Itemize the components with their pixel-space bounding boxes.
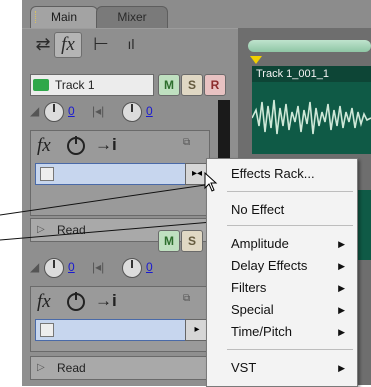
submenu-arrow-icon: ▶: [338, 363, 345, 373]
menu-item-amplitude[interactable]: Amplitude ▶: [207, 233, 357, 255]
effects-popup-menu: Effects Rack... No Effect Amplitude ▶ De…: [206, 158, 358, 387]
submenu-arrow-icon: ▶: [338, 261, 345, 271]
menu-item-delay-effects[interactable]: Delay Effects ▶: [207, 255, 357, 277]
menu-separator: [227, 191, 353, 192]
menu-item-vst[interactable]: VST ▶: [207, 357, 357, 379]
mouse-cursor-icon: [204, 172, 218, 192]
menu-item-filters[interactable]: Filters ▶: [207, 277, 357, 299]
submenu-arrow-icon: ▶: [338, 283, 345, 293]
submenu-arrow-icon: ▶: [338, 305, 345, 315]
menu-item-no-effect[interactable]: No Effect: [207, 199, 357, 221]
menu-item-effects-rack[interactable]: Effects Rack...: [207, 163, 357, 185]
submenu-arrow-icon: ▶: [338, 327, 345, 337]
submenu-arrow-icon: ▶: [338, 239, 345, 249]
menu-item-time-pitch[interactable]: Time/Pitch ▶: [207, 321, 357, 343]
menu-separator: [227, 225, 353, 226]
menu-separator: [227, 349, 353, 350]
menu-item-special[interactable]: Special ▶: [207, 299, 357, 321]
